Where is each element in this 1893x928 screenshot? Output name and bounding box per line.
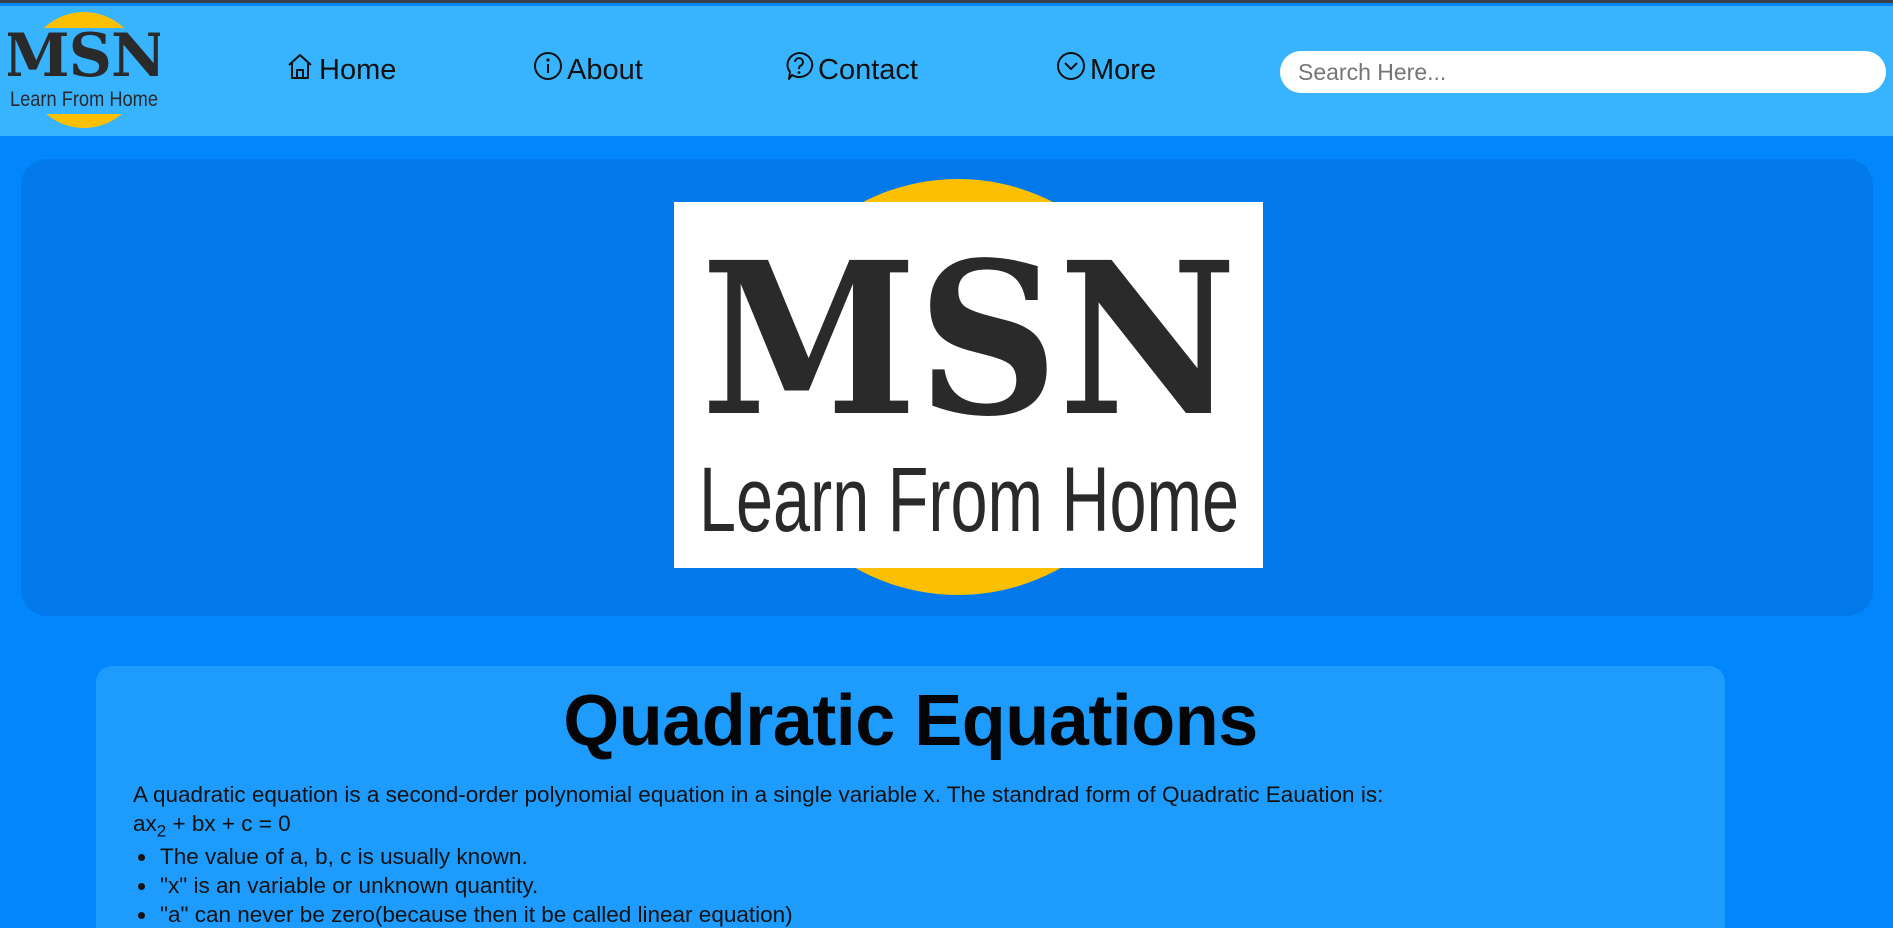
search-input[interactable]	[1280, 51, 1886, 93]
chevron-down-icon	[1057, 52, 1085, 80]
formula-suffix: + bx + c = 0	[166, 811, 291, 836]
logo-title: MSN	[8, 21, 160, 91]
page-title: Quadratic Equations	[563, 681, 1258, 761]
nav-more-label: More	[1090, 53, 1157, 86]
formula-prefix: ax	[133, 811, 157, 836]
nav-home-label: Home	[319, 53, 397, 86]
info-icon	[534, 52, 562, 80]
article-card: Quadratic Equations A quadratic equation…	[96, 666, 1725, 928]
nav-home-link[interactable]: Home	[285, 50, 396, 90]
facts-list: The value of a, b, c is usually known. "…	[158, 842, 1658, 928]
hero-logo-tagline: Learn From Home	[699, 449, 1239, 551]
standard-form-formula: ax2 + bx + c = 0	[133, 809, 291, 846]
nav-contact-label: Contact	[818, 53, 918, 86]
hero-logo-title: MSN	[701, 216, 1237, 463]
list-item: The value of a, b, c is usually known.	[158, 842, 1658, 871]
top-navbar: MSN Learn From Home Home About Contact M…	[0, 6, 1893, 136]
msn-logo[interactable]: MSN Learn From Home	[8, 12, 160, 128]
logo-tagline: Learn From Home	[10, 88, 158, 111]
nav-more-link[interactable]: More	[1056, 50, 1156, 90]
nav-contact-link[interactable]: Contact	[784, 50, 918, 90]
hero-banner: MSN Learn From Home	[21, 159, 1873, 616]
question-icon	[786, 51, 814, 80]
nav-about-link[interactable]: About	[533, 50, 643, 90]
formula-exponent: 2	[156, 821, 167, 841]
list-item: "x" is an variable or unknown quantity.	[158, 871, 1658, 900]
nav-about-label: About	[567, 53, 643, 86]
home-icon	[288, 54, 312, 79]
intro-paragraph: A quadratic equation is a second-order p…	[133, 782, 1384, 807]
hero-msn-logo: MSN Learn From Home	[653, 179, 1263, 595]
list-item: "a" can never be zero(because then it be…	[158, 900, 1658, 928]
